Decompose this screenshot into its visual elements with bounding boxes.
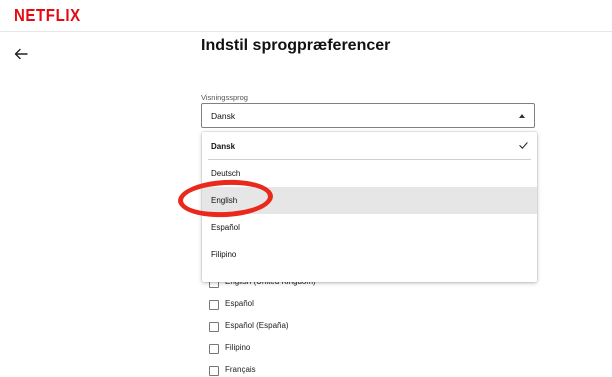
option-label: Deutsch bbox=[211, 169, 241, 178]
top-bar: NETFLIX bbox=[0, 0, 612, 32]
checkbox[interactable] bbox=[209, 344, 219, 354]
content-language-item[interactable]: Español bbox=[209, 299, 409, 313]
content-language-label: Filipino bbox=[225, 343, 251, 352]
option-label: Dansk bbox=[211, 142, 236, 151]
option-label: Español bbox=[211, 223, 240, 232]
display-language-menu: Dansk Deutsch English Español Filipino bbox=[202, 132, 537, 282]
option-label: Filipino bbox=[211, 250, 237, 259]
menu-option-deutsch[interactable]: Deutsch bbox=[202, 160, 537, 187]
display-language-select[interactable]: Dansk bbox=[201, 103, 535, 128]
menu-option-english[interactable]: English bbox=[202, 187, 537, 214]
checkbox[interactable] bbox=[209, 366, 219, 376]
checkbox[interactable] bbox=[209, 322, 219, 332]
content-language-item[interactable]: Filipino bbox=[209, 343, 409, 357]
arrow-left-icon bbox=[14, 48, 28, 60]
checkmark-icon bbox=[519, 142, 528, 149]
caret-up-icon bbox=[519, 114, 525, 118]
menu-option-filipino[interactable]: Filipino bbox=[202, 241, 537, 268]
content-language-item[interactable]: Español (España) bbox=[209, 321, 409, 335]
content-language-label: Français bbox=[225, 365, 256, 374]
select-current-value: Dansk bbox=[211, 111, 236, 121]
page-title: Indstil sprogpræferencer bbox=[201, 37, 391, 54]
display-language-label: Visningssprog bbox=[201, 93, 248, 102]
checkbox[interactable] bbox=[209, 300, 219, 310]
menu-option-dansk[interactable]: Dansk bbox=[202, 133, 537, 160]
content-language-label: Español (España) bbox=[225, 321, 289, 330]
menu-option-espanol[interactable]: Español bbox=[202, 214, 537, 241]
language-settings-page: NETFLIX Indstil sprogpræferencer Visning… bbox=[0, 0, 612, 377]
content-language-item[interactable]: Français bbox=[209, 365, 409, 377]
option-label: English bbox=[211, 196, 238, 205]
content-language-label: Español bbox=[225, 299, 254, 308]
back-button[interactable] bbox=[14, 47, 32, 65]
netflix-logo[interactable]: NETFLIX bbox=[14, 6, 81, 26]
